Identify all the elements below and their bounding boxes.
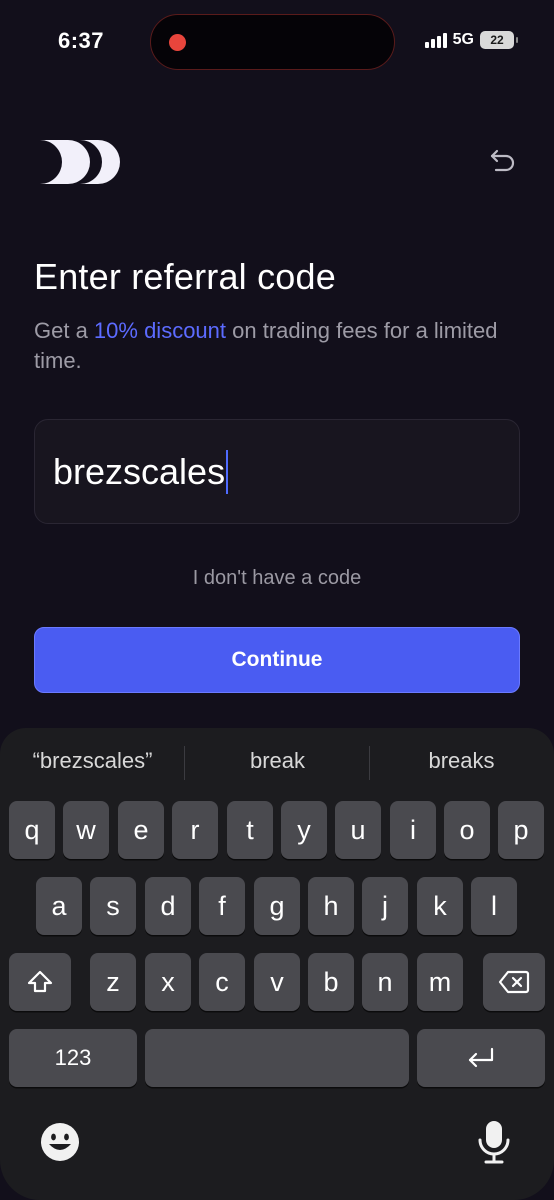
key-e[interactable]: e bbox=[118, 801, 164, 859]
suggestion-item[interactable]: breaks bbox=[369, 748, 554, 774]
key-a[interactable]: a bbox=[36, 877, 82, 935]
subtitle-discount: 10% discount bbox=[93, 318, 227, 343]
key-z[interactable]: z bbox=[90, 953, 136, 1011]
back-button[interactable] bbox=[484, 142, 522, 180]
referral-code-input[interactable]: brezscales bbox=[34, 419, 520, 524]
network-label: 5G bbox=[452, 31, 474, 48]
space-key[interactable] bbox=[145, 1029, 409, 1087]
battery-icon: 22 bbox=[480, 31, 518, 49]
dictation-button[interactable] bbox=[474, 1118, 514, 1166]
suggestion-item[interactable]: break bbox=[185, 748, 370, 774]
return-key[interactable] bbox=[417, 1029, 545, 1087]
key-m[interactable]: m bbox=[417, 953, 463, 1011]
key-j[interactable]: j bbox=[362, 877, 408, 935]
no-code-link[interactable]: I don't have a code bbox=[0, 567, 554, 590]
key-i[interactable]: i bbox=[390, 801, 436, 859]
shift-icon bbox=[27, 970, 53, 993]
key-t[interactable]: t bbox=[227, 801, 273, 859]
key-h[interactable]: h bbox=[308, 877, 354, 935]
delete-key[interactable] bbox=[483, 953, 545, 1011]
suggestion-bar: “brezscales” break breaks bbox=[0, 728, 554, 796]
key-b[interactable]: b bbox=[308, 953, 354, 1011]
key-c[interactable]: c bbox=[199, 953, 245, 1011]
key-u[interactable]: u bbox=[335, 801, 381, 859]
key-d[interactable]: d bbox=[145, 877, 191, 935]
microphone-icon bbox=[478, 1121, 510, 1164]
status-time: 6:37 bbox=[58, 28, 105, 53]
key-p[interactable]: p bbox=[498, 801, 544, 859]
shift-key[interactable] bbox=[9, 953, 71, 1011]
key-x[interactable]: x bbox=[145, 953, 191, 1011]
text-caret bbox=[226, 449, 229, 494]
recording-indicator bbox=[169, 34, 186, 51]
suggestion-item[interactable]: “brezscales” bbox=[0, 748, 185, 774]
dynamic-island bbox=[150, 14, 395, 70]
continue-button[interactable]: Continue bbox=[34, 627, 520, 693]
key-n[interactable]: n bbox=[362, 953, 408, 1011]
continue-button-label: Continue bbox=[231, 648, 323, 671]
backspace-icon bbox=[498, 970, 530, 994]
key-r[interactable]: r bbox=[172, 801, 218, 859]
key-k[interactable]: k bbox=[417, 877, 463, 935]
subtitle-text-start: Get a bbox=[34, 318, 94, 343]
keyboard: “brezscales” break breaks q w e r t y u … bbox=[0, 728, 554, 1200]
page-title: Enter referral code bbox=[34, 256, 336, 297]
referral-code-value: brezscales bbox=[53, 450, 226, 492]
page-subtitle: Get a 10% discount on trading fees for a… bbox=[34, 316, 514, 376]
return-icon bbox=[468, 1047, 494, 1068]
key-o[interactable]: o bbox=[444, 801, 490, 859]
key-y[interactable]: y bbox=[281, 801, 327, 859]
numbers-key[interactable]: 123 bbox=[9, 1029, 137, 1087]
emoji-button[interactable] bbox=[38, 1120, 82, 1164]
key-g[interactable]: g bbox=[254, 877, 300, 935]
key-s[interactable]: s bbox=[90, 877, 136, 935]
key-w[interactable]: w bbox=[63, 801, 109, 859]
status-right: 5G 22 bbox=[424, 31, 518, 49]
key-l[interactable]: l bbox=[471, 877, 517, 935]
key-v[interactable]: v bbox=[254, 953, 300, 1011]
key-f[interactable]: f bbox=[199, 877, 245, 935]
key-q[interactable]: q bbox=[9, 801, 55, 859]
brand-logo-icon bbox=[34, 134, 126, 190]
signal-icon bbox=[424, 32, 447, 48]
undo-arrow-icon bbox=[490, 149, 515, 172]
emoji-icon bbox=[41, 1123, 79, 1161]
